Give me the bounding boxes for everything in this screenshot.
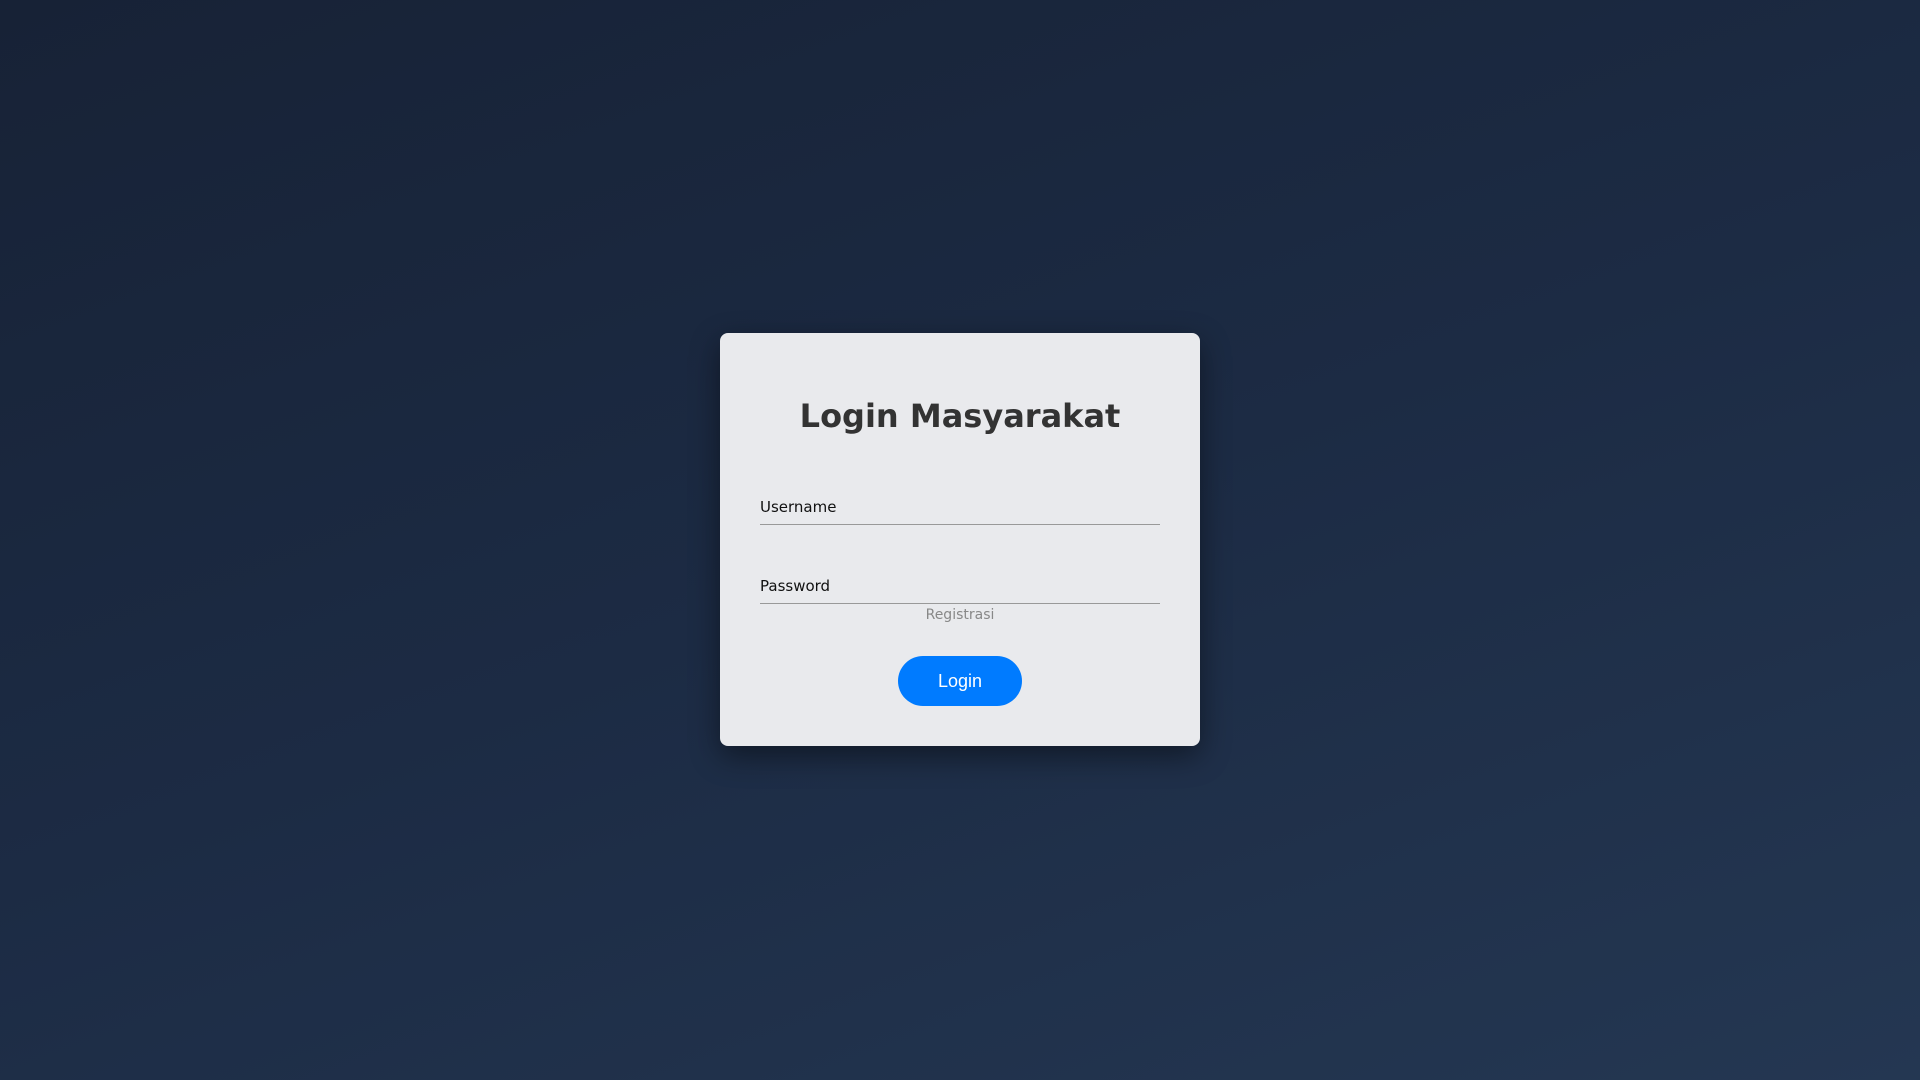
page-title: Login Masyarakat bbox=[799, 397, 1121, 435]
login-button[interactable]: Login bbox=[898, 656, 1022, 706]
username-input[interactable] bbox=[760, 489, 1160, 525]
login-card: Login Masyarakat Registrasi Login bbox=[720, 333, 1200, 746]
password-input[interactable] bbox=[760, 568, 1160, 604]
register-link[interactable]: Registrasi bbox=[720, 607, 1200, 623]
